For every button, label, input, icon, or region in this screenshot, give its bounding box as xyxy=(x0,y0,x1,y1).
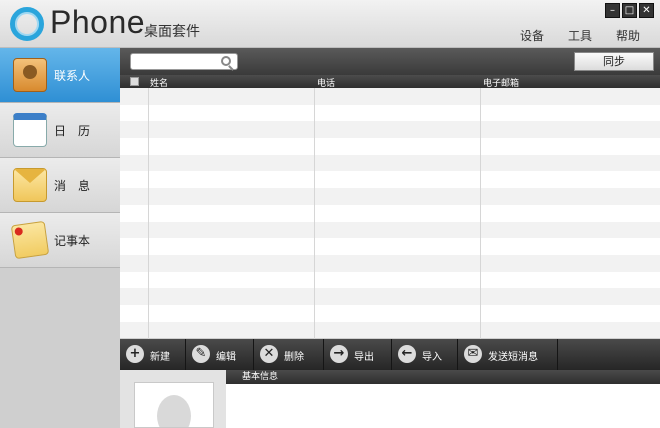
column-divider xyxy=(314,88,315,339)
sync-button[interactable]: 同步 xyxy=(574,52,654,71)
export-icon: → xyxy=(330,345,348,363)
contacts-table xyxy=(120,88,660,339)
import-icon: ← xyxy=(398,345,416,363)
title-bar: Phone 桌面套件 设备 工具 帮助 – □ ✕ xyxy=(0,0,660,48)
action-label: 发送短消息 xyxy=(488,352,538,363)
table-row xyxy=(120,321,660,339)
sidebar-item-label: 记事本 xyxy=(54,234,91,248)
sidebar-item-label: 日 历 xyxy=(54,124,91,138)
sms-icon: ✉ xyxy=(464,345,482,363)
new-contact-button[interactable]: + 新建 xyxy=(120,339,186,370)
action-label: 导出 xyxy=(354,352,374,363)
import-button[interactable]: ← 导入 xyxy=(392,339,458,370)
contacts-toolbar: 同步 xyxy=(120,48,660,75)
table-row xyxy=(120,238,660,255)
table-row xyxy=(120,221,660,239)
select-all-checkbox[interactable] xyxy=(130,77,139,86)
export-button[interactable]: → 导出 xyxy=(324,339,392,370)
sidebar-item-label: 联系人 xyxy=(54,69,91,83)
minimize-icon[interactable]: – xyxy=(605,3,620,18)
table-row xyxy=(120,171,660,189)
message-icon xyxy=(13,168,47,202)
maximize-icon[interactable]: □ xyxy=(622,3,637,18)
basic-info-body xyxy=(226,384,660,428)
action-bar: + 新建 ✎ 编辑 ✕ 删除 → 导出 ← 导入 ✉ 发送短消息 xyxy=(120,339,660,370)
wrench-icon: ✎ xyxy=(192,345,210,363)
table-row xyxy=(120,138,660,155)
plus-icon: + xyxy=(126,345,144,363)
avatar[interactable] xyxy=(134,382,214,428)
action-label: 删除 xyxy=(284,352,304,363)
table-row xyxy=(120,88,660,105)
delete-contact-button[interactable]: ✕ 删除 xyxy=(254,339,324,370)
action-label: 导入 xyxy=(422,352,442,363)
notes-icon xyxy=(10,220,50,260)
sidebar-item-calendar[interactable]: 日 历 xyxy=(0,103,120,158)
table-row xyxy=(120,154,660,172)
table-row xyxy=(120,271,660,289)
table-row xyxy=(120,121,660,139)
menu-item-tools[interactable]: 工具 xyxy=(568,27,592,44)
trash-icon: ✕ xyxy=(260,345,278,363)
menu-item-devices[interactable]: 设备 xyxy=(520,27,544,44)
column-divider xyxy=(148,88,149,339)
contact-detail-panel: 基本信息 xyxy=(120,370,660,428)
action-label: 编辑 xyxy=(216,352,236,363)
sidebar-item-notes[interactable]: 记事本 xyxy=(0,213,120,268)
menu-item-help[interactable]: 帮助 xyxy=(616,27,640,44)
sidebar: 联系人 日 历 消 息 记事本 xyxy=(0,48,120,428)
contacts-table-header: 姓名 电话 电子邮箱 xyxy=(120,75,660,89)
send-sms-button[interactable]: ✉ 发送短消息 xyxy=(458,339,558,370)
edit-contact-button[interactable]: ✎ 编辑 xyxy=(186,339,254,370)
app-subtitle: 桌面套件 xyxy=(144,24,200,40)
sidebar-item-label: 消 息 xyxy=(54,179,91,193)
app-title: Phone xyxy=(50,4,146,40)
action-label: 新建 xyxy=(150,352,170,363)
table-row xyxy=(120,188,660,205)
window-controls: – □ ✕ xyxy=(605,3,654,18)
column-divider xyxy=(480,88,481,339)
search-icon[interactable] xyxy=(221,56,231,66)
basic-info-header: 基本信息 xyxy=(226,370,660,384)
table-row xyxy=(120,254,660,272)
close-icon[interactable]: ✕ xyxy=(639,3,654,18)
app-logo-icon xyxy=(10,7,44,41)
contacts-icon xyxy=(13,58,47,92)
calendar-icon xyxy=(13,113,47,147)
table-row xyxy=(120,288,660,305)
search-input[interactable] xyxy=(130,53,238,70)
table-row xyxy=(120,304,660,322)
table-row xyxy=(120,204,660,222)
sidebar-item-messages[interactable]: 消 息 xyxy=(0,158,120,213)
table-row xyxy=(120,104,660,122)
sidebar-item-contacts[interactable]: 联系人 xyxy=(0,48,120,103)
